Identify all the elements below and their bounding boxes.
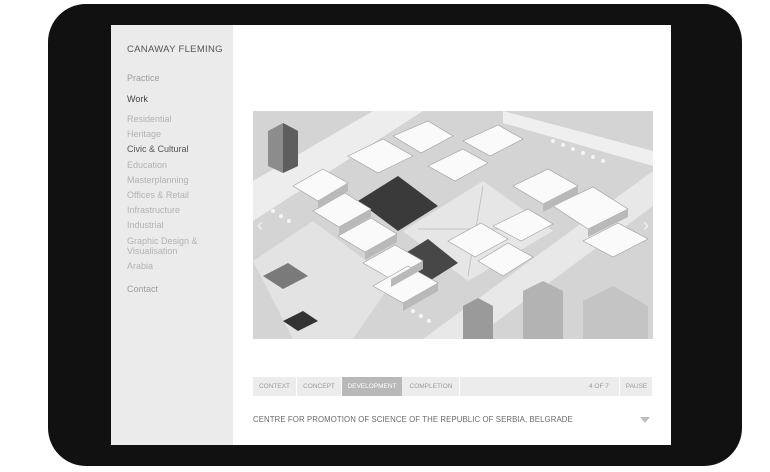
work-categories: Residential Heritage Civic & Cultural Ed… [127,114,227,276]
category-residential[interactable]: Residential [127,114,227,125]
nav-work[interactable]: Work [127,94,148,105]
tab-development[interactable]: DEVELOPMENT [342,377,402,396]
category-graphic-design[interactable]: Graphic Design & Visualisation [127,236,227,257]
tab-context[interactable]: CONTEXT [253,377,296,396]
architectural-model-image [253,111,653,339]
slideshow-image[interactable]: ‹ › [253,111,653,339]
category-civic-cultural[interactable]: Civic & Cultural [127,144,227,155]
chevron-down-icon[interactable] [640,417,650,423]
category-arabia[interactable]: Arabia [127,261,227,272]
category-education[interactable]: Education [127,160,227,171]
nav-practice[interactable]: Practice [127,73,160,84]
tab-divider [459,377,460,396]
next-slide-arrow[interactable]: › [641,215,651,235]
category-offices-retail[interactable]: Offices & Retail [127,190,227,201]
category-industrial[interactable]: Industrial [127,220,227,231]
tab-concept[interactable]: CONCEPT [297,377,341,396]
tab-completion[interactable]: COMPLETION [403,377,459,396]
prev-slide-arrow[interactable]: ‹ [255,215,265,235]
category-infrastructure[interactable]: Infrastructure [127,205,227,216]
category-masterplanning[interactable]: Masterplanning [127,175,227,186]
slide-counter: 4 OF 7 [589,383,609,390]
category-heritage[interactable]: Heritage [127,129,227,140]
screen: CANAWAY FLEMING Practice Work Residentia… [111,25,671,445]
nav-contact[interactable]: Contact [127,284,158,295]
pause-button[interactable]: PAUSE [619,377,653,396]
slideshow-tabs: CONTEXT CONCEPT DEVELOPMENT COMPLETION 4… [253,377,652,396]
brand-logo[interactable]: CANAWAY FLEMING [127,44,223,55]
project-caption: CENTRE FOR PROMOTION OF SCIENCE OF THE R… [253,415,573,424]
sidebar: CANAWAY FLEMING Practice Work Residentia… [111,25,233,445]
